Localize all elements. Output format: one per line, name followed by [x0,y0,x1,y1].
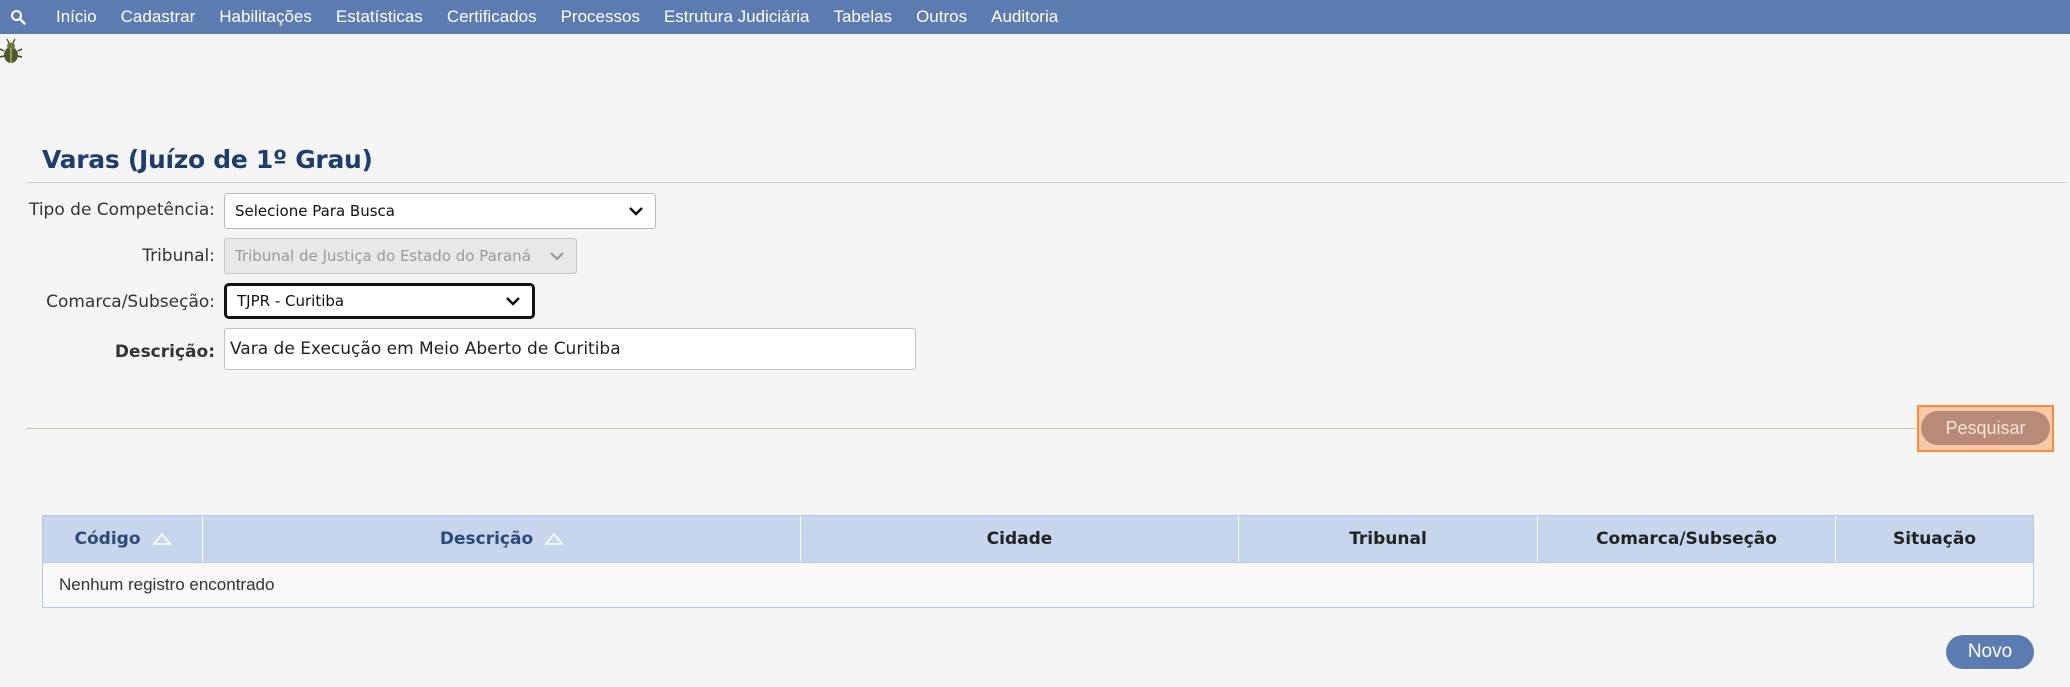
nav-item-outros[interactable]: Outros [904,0,979,34]
tipo-competencia-select[interactable]: Selecione Para Busca [224,193,656,229]
nav-item-processos[interactable]: Processos [549,0,652,34]
column-header-cidade: Cidade [801,516,1239,562]
title-divider [26,182,2066,183]
bug-icon[interactable] [0,38,22,66]
results-table: Código Descrição Cidade Tribunal Comarca… [42,515,2034,608]
tribunal-select: Tribunal de Justiça do Estado do Paraná [224,238,577,274]
empty-message: Nenhum registro encontrado [59,575,275,594]
column-header-label: Situação [1893,529,1976,549]
nav-item-estatisticas[interactable]: Estatísticas [324,0,435,34]
column-header-descricao[interactable]: Descrição [203,516,801,562]
column-header-label: Comarca/Subseção [1596,529,1777,549]
comarca-label: Comarca/Subseção: [46,292,215,312]
tipo-competencia-label: Tipo de Competência: [28,200,215,220]
chevron-down-icon [550,252,564,261]
nav-item-habilitacoes[interactable]: Habilitações [207,0,324,34]
top-navigation-bar: Início Cadastrar Habilitações Estatístic… [0,0,2070,34]
descricao-input[interactable]: Vara de Execução em Meio Aberto de Curit… [224,328,916,370]
nav-item-certificados[interactable]: Certificados [435,0,549,34]
nav-item-estrutura-judiciaria[interactable]: Estrutura Judiciária [652,0,822,34]
table-header: Código Descrição Cidade Tribunal Comarca… [42,515,2034,563]
descricao-label: Descrição: [114,342,215,362]
tipo-competencia-value: Selecione Para Busca [235,202,395,220]
column-header-label: Cidade [986,529,1053,549]
new-button[interactable]: Novo [1946,635,2034,669]
column-header-codigo[interactable]: Código [43,516,203,562]
nav-item-auditoria[interactable]: Auditoria [979,0,1070,34]
tribunal-value: Tribunal de Justiça do Estado do Paraná [235,247,531,265]
nav-item-inicio[interactable]: Início [36,0,109,34]
chevron-down-icon [506,297,520,306]
tribunal-label: Tribunal: [142,246,215,266]
sort-ascending-icon [545,533,564,545]
column-header-label: Código [74,529,141,549]
column-header-label: Descrição [439,529,534,549]
column-header-tribunal: Tribunal [1239,516,1538,562]
comarca-select[interactable]: TJPR - Curitiba [224,283,535,319]
page-title: Varas (Juízo de 1º Grau) [42,145,373,174]
chevron-down-icon [629,207,643,216]
column-header-comarca: Comarca/Subseção [1538,516,1836,562]
sort-ascending-icon [152,533,171,545]
search-button[interactable]: Pesquisar [1921,411,2050,445]
nav-item-tabelas[interactable]: Tabelas [821,0,904,34]
nav-item-cadastrar[interactable]: Cadastrar [109,0,208,34]
column-header-label: Tribunal [1349,529,1427,549]
search-icon[interactable] [0,0,36,34]
column-header-situacao: Situação [1836,516,2033,562]
comarca-value: TJPR - Curitiba [237,292,345,310]
form-divider [26,428,1928,429]
empty-table-row: Nenhum registro encontrado [42,563,2034,608]
